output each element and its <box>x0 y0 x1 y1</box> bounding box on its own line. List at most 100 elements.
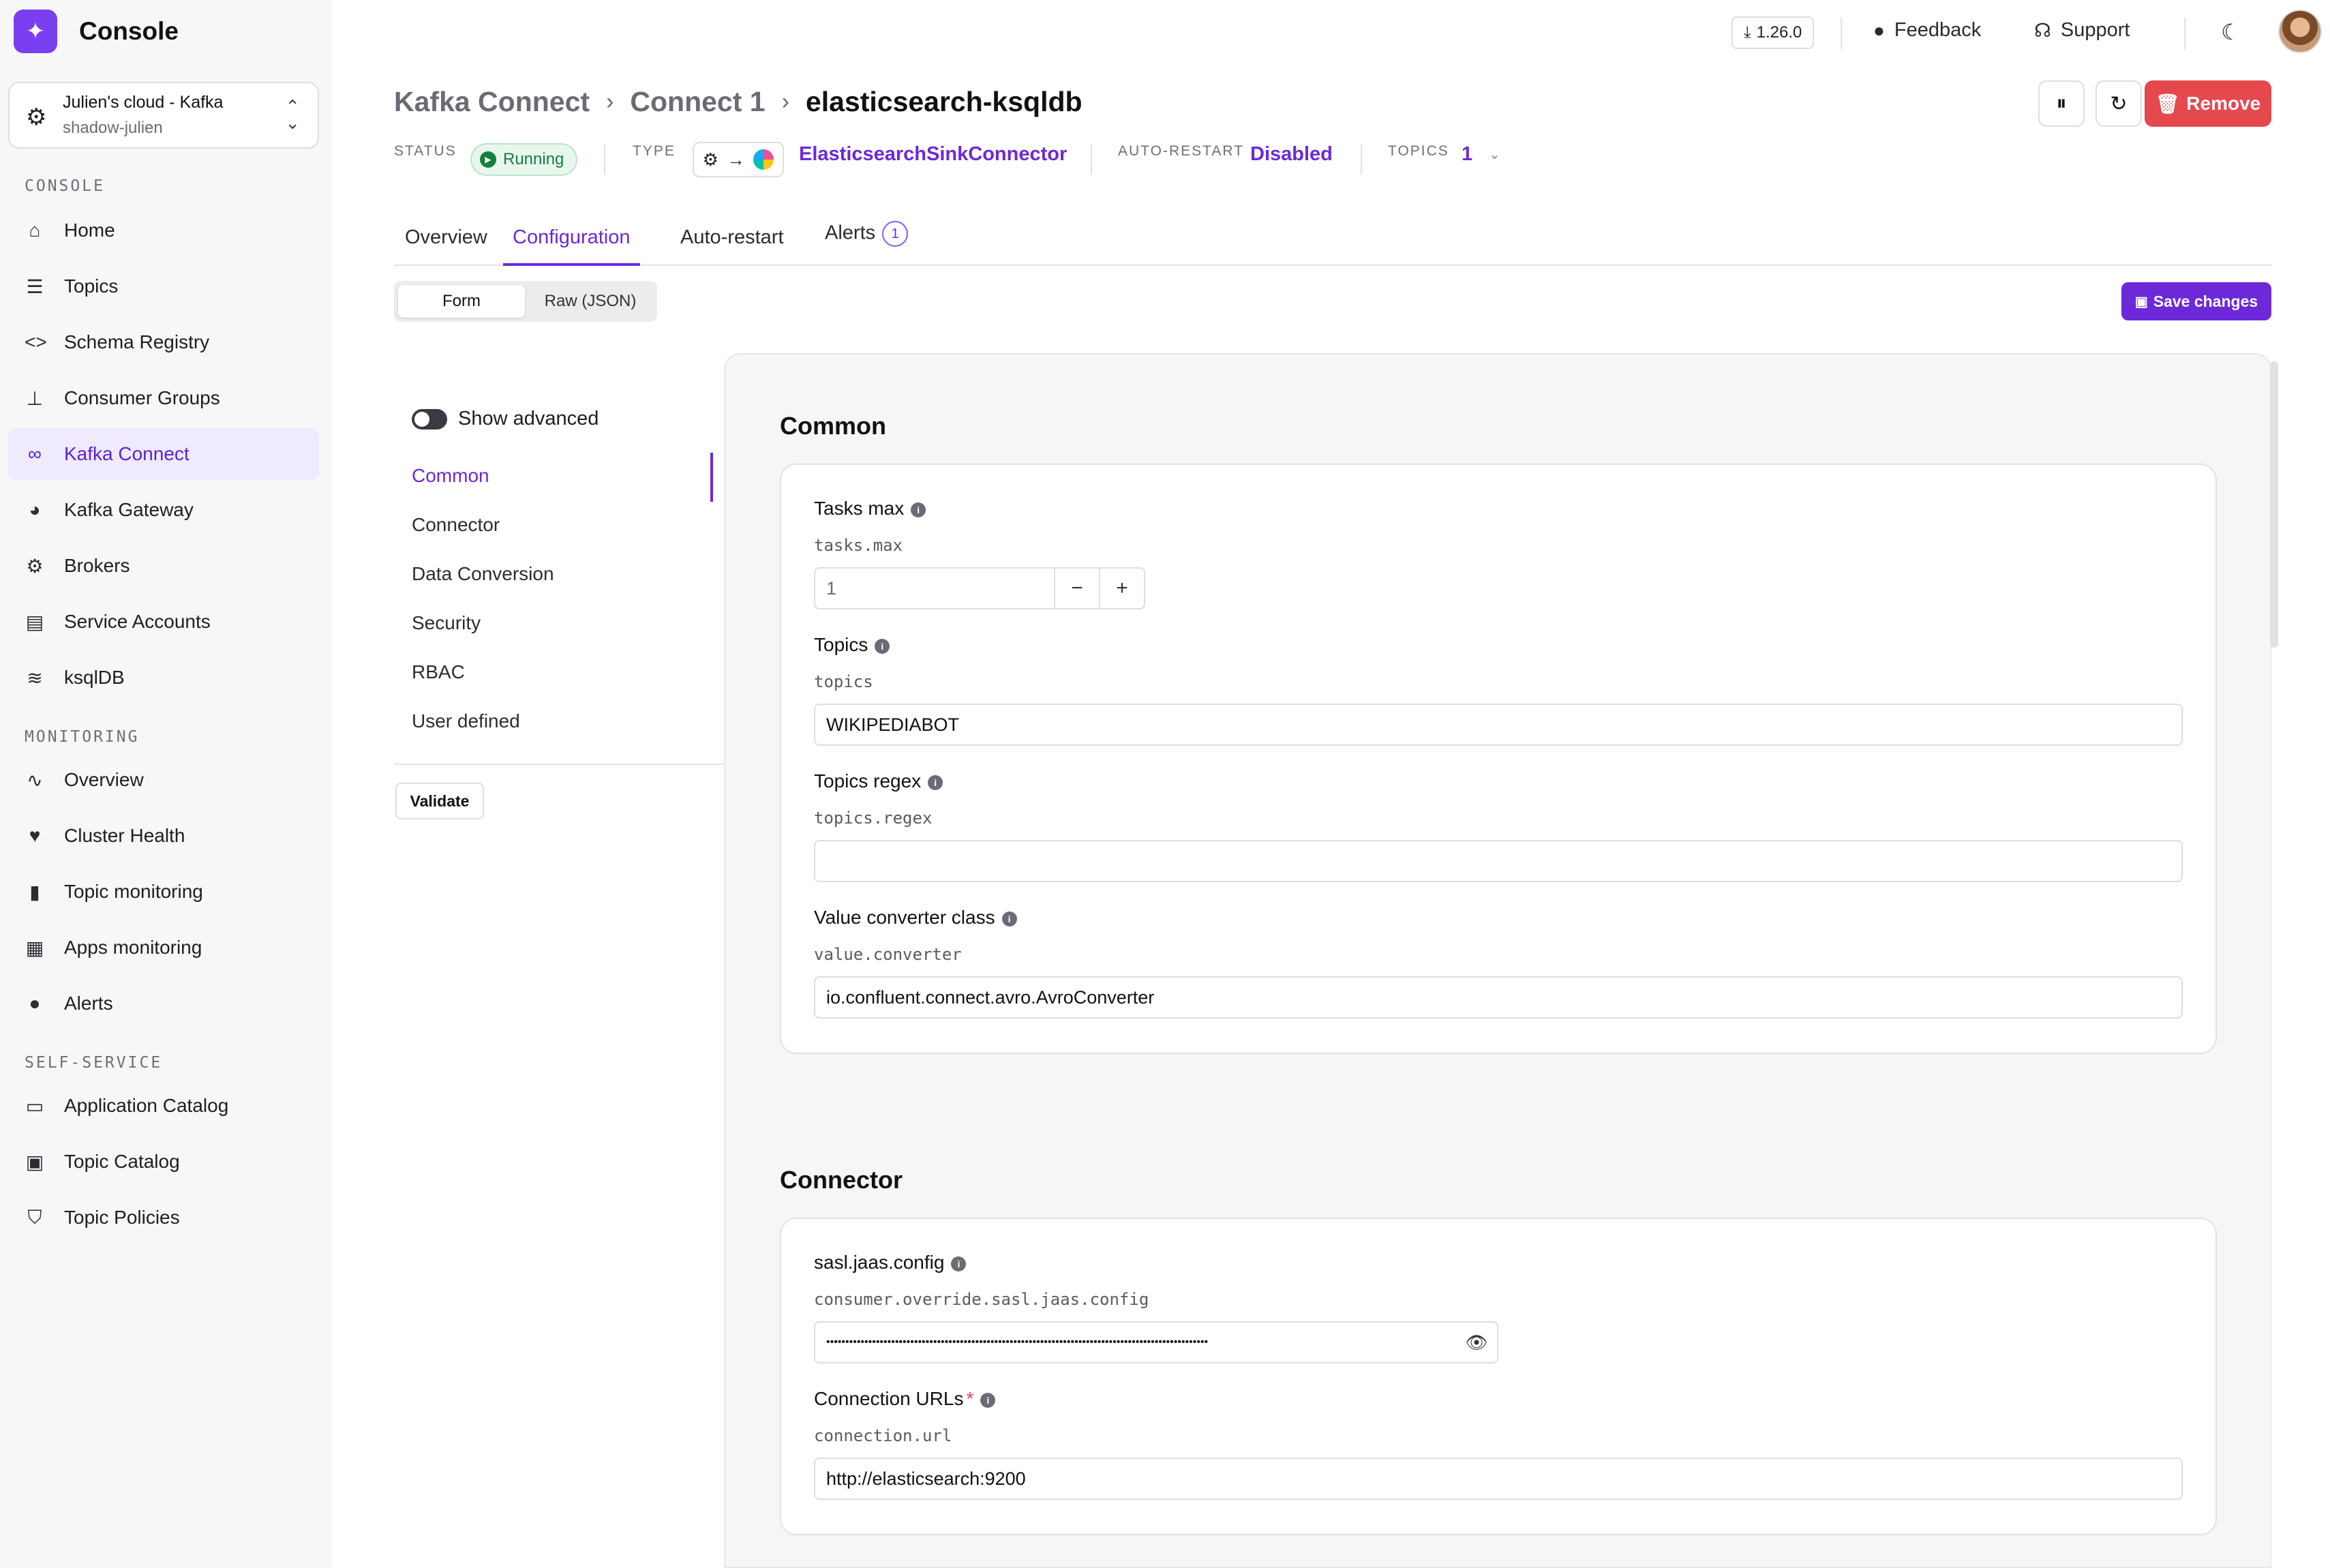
tasks-max-key: tasks.max <box>814 536 903 555</box>
topics-icon: ☰ <box>26 275 44 297</box>
header-divider <box>2184 18 2185 49</box>
sidebar-item-label: ksqlDB <box>64 667 125 688</box>
sidebar-item-apps-monitoring[interactable]: ▦ Apps monitoring <box>8 922 319 974</box>
sidebar-item-home[interactable]: ⌂ Home <box>8 205 319 256</box>
show-advanced-label: Show advanced <box>458 408 599 429</box>
download-icon: ⤓ <box>1744 23 1751 42</box>
autorestart-value[interactable]: Disabled <box>1250 143 1333 166</box>
topics-field-label: Topics i <box>814 634 890 656</box>
avatar[interactable] <box>2278 10 2322 53</box>
meta-divider <box>604 145 605 175</box>
sidebar-item-topic-monitoring[interactable]: ▮ Topic monitoring <box>8 866 319 918</box>
page-title: elasticsearch-ksqldb <box>805 86 1083 117</box>
chip-icon: ⚙ <box>26 555 44 577</box>
sidebar-item-label: Topic Policies <box>64 1207 180 1228</box>
refresh-icon: ↻ <box>2110 92 2128 115</box>
sidebar-item-label: Alerts <box>64 993 113 1014</box>
alerts-count-badge: 1 <box>882 221 909 247</box>
value-converter-input[interactable]: io.confluent.connect.avro.AvroConverter <box>814 976 2183 1019</box>
info-icon[interactable]: i <box>980 1392 996 1408</box>
decrement-button[interactable]: − <box>1054 569 1099 608</box>
sidebar-item-schema-registry[interactable]: <> Schema Registry <box>8 316 319 368</box>
sasl-jaas-password-input[interactable]: ••••••••••••••••••••••••••••••••••••••••… <box>814 1321 1498 1363</box>
sidebar-item-topic-policies[interactable]: ⛉ Topic Policies <box>8 1192 319 1243</box>
tasks-max-value[interactable]: 1 <box>826 578 1054 599</box>
sidebar-item-label: Schema Registry <box>64 331 210 352</box>
pause-button[interactable]: ⏸ <box>2038 80 2085 127</box>
header-divider <box>1841 18 1842 49</box>
form-mode-button[interactable]: Form <box>398 285 525 318</box>
tab-alerts[interactable]: Alerts 1 <box>825 221 909 260</box>
toggle-switch[interactable] <box>412 408 447 429</box>
info-icon[interactable]: i <box>1001 911 1017 926</box>
sidebar-item-label: Service Accounts <box>64 611 211 632</box>
sidebar-item-kafka-gateway[interactable]: ◕ Kafka Gateway <box>8 484 319 536</box>
sidebar-item-overview[interactable]: ∿ Overview <box>8 754 319 806</box>
status-value: Running <box>503 150 564 168</box>
sidebar-item-label: Brokers <box>64 555 130 576</box>
app-logo[interactable]: ✦ Console <box>14 10 179 53</box>
sidebar-item-kafka-connect[interactable]: ∞ Kafka Connect <box>8 428 319 480</box>
tab-overview[interactable]: Overview <box>405 226 487 266</box>
support-link[interactable]: ☊ Support <box>2034 19 2130 42</box>
config-nav-user-defined[interactable]: User defined <box>412 710 520 732</box>
tasks-max-stepper[interactable]: 1 − + <box>814 567 1145 609</box>
sasl-jaas-label: sasl.jaas.config i <box>814 1252 967 1273</box>
raw-json-mode-button[interactable]: Raw (JSON) <box>528 285 653 318</box>
type-label: TYPE <box>633 143 676 159</box>
required-marker: * <box>966 1388 974 1409</box>
breadcrumb-cluster[interactable]: Connect 1 <box>630 86 765 118</box>
sidebar-item-alerts[interactable]: ● Alerts <box>8 978 319 1029</box>
save-changes-button[interactable]: ▣ Save changes <box>2121 282 2271 320</box>
breadcrumb-root[interactable]: Kafka Connect <box>394 86 590 118</box>
topics-count[interactable]: 1 <box>1462 143 1472 166</box>
connection-urls-input[interactable]: http://elasticsearch:9200 <box>814 1458 2183 1500</box>
topics-input[interactable]: WIKIPEDIABOT <box>814 704 2183 746</box>
home-icon: ⌂ <box>29 220 41 241</box>
topics-value-row[interactable]: 1 ⌄ <box>1462 143 1500 166</box>
sidebar-item-ksqldb[interactable]: ≋ ksqlDB <box>8 652 319 704</box>
sidebar-item-topic-catalog[interactable]: ▣ Topic Catalog <box>8 1136 319 1188</box>
info-icon[interactable]: i <box>911 502 926 517</box>
config-nav-data-conversion[interactable]: Data Conversion <box>412 563 554 585</box>
feedback-link[interactable]: ● Feedback <box>1873 19 1981 42</box>
config-nav-common[interactable]: Common <box>412 465 489 487</box>
validate-button[interactable]: Validate <box>395 783 484 819</box>
config-nav-security[interactable]: Security <box>412 612 481 634</box>
moon-icon[interactable]: ☾ <box>2221 19 2241 45</box>
autorestart-label-row: AUTO-RESTART <box>1118 143 1244 160</box>
active-section-indicator <box>710 453 713 502</box>
scrollbar[interactable] <box>2270 361 2278 648</box>
tab-auto-restart[interactable]: Auto-restart <box>680 226 784 266</box>
eye-icon[interactable]: 👁 <box>1456 1332 1497 1353</box>
sidebar-item-topics[interactable]: ☰ Topics <box>8 260 319 312</box>
info-icon[interactable]: i <box>928 774 943 790</box>
restart-button[interactable]: ↻ <box>2096 80 2142 127</box>
tab-configuration[interactable]: Configuration <box>503 226 640 266</box>
info-icon[interactable]: i <box>875 638 890 654</box>
version-badge[interactable]: ⤓ 1.26.0 <box>1731 16 1815 49</box>
topics-regex-input[interactable] <box>814 840 2183 882</box>
sidebar-item-cluster-health[interactable]: ♥ Cluster Health <box>8 810 319 862</box>
show-advanced-toggle[interactable]: Show advanced <box>412 408 599 430</box>
sidebar-item-label: Home <box>64 220 115 241</box>
cluster-selector[interactable]: ⚙ Julien's cloud - Kafka shadow-julien ⌃… <box>8 82 319 149</box>
connector-type-link[interactable]: ElasticsearchSinkConnector <box>799 143 1067 166</box>
info-icon[interactable]: i <box>951 1256 967 1271</box>
sidebar-item-label: Kafka Connect <box>64 443 190 464</box>
sidebar-item-service-accounts[interactable]: ▤ Service Accounts <box>8 596 319 648</box>
remove-button[interactable]: 🗑 Remove <box>2145 80 2271 127</box>
sidebar-item-application-catalog[interactable]: ▭ Application Catalog <box>8 1080 319 1132</box>
section-console: CONSOLE <box>25 177 105 195</box>
topics-regex-label-text: Topics regex <box>814 770 922 791</box>
config-nav-rbac[interactable]: RBAC <box>412 661 465 683</box>
sidebar-item-brokers[interactable]: ⚙ Brokers <box>8 540 319 592</box>
increment-button[interactable]: + <box>1099 569 1144 608</box>
sidebar-item-label: Apps monitoring <box>64 937 202 958</box>
config-nav-connector[interactable]: Connector <box>412 514 500 536</box>
cluster-sub: shadow-julien <box>63 119 163 137</box>
shield-icon: ⛉ <box>27 1206 42 1228</box>
sidebar-item-consumer-groups[interactable]: ⊥ Consumer Groups <box>8 372 319 424</box>
play-icon: ▶ <box>480 151 496 168</box>
topics-regex-key: topics.regex <box>814 809 933 828</box>
